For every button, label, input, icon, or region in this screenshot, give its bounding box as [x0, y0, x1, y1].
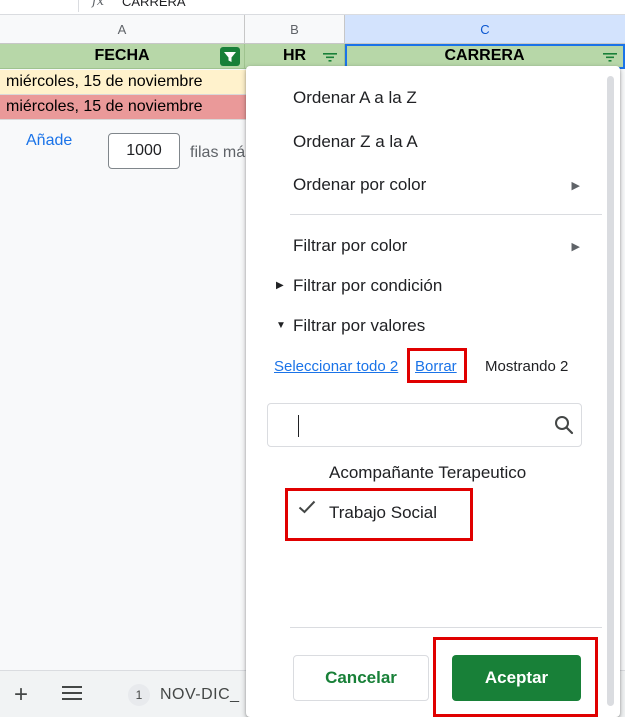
cancel-button[interactable]: Cancelar: [293, 655, 429, 701]
filter-lines-icon[interactable]: [320, 47, 340, 66]
highlight-value-box: [285, 488, 473, 541]
header-label-fecha: FECHA: [94, 47, 150, 64]
filter-active-icon[interactable]: [220, 47, 240, 66]
menu-item-sort-az[interactable]: Ordenar A a la Z: [293, 88, 417, 108]
showing-count: Mostrando 2: [485, 358, 569, 375]
rows-count-input[interactable]: 1000: [108, 133, 180, 169]
column-header-c[interactable]: C: [345, 15, 625, 44]
filter-menu: Ordenar A a la Z Ordenar Z a la A Ordena…: [246, 66, 620, 717]
value-option[interactable]: Acompañante Terapeutico: [329, 463, 526, 483]
menu-item-sort-za[interactable]: Ordenar Z a la A: [293, 132, 418, 152]
menu-divider: [290, 627, 602, 628]
submenu-arrow-icon: ▶: [571, 241, 580, 253]
fx-icon: fx: [92, 0, 105, 9]
rows-suffix-label: filas más: [190, 144, 246, 161]
add-rows-button[interactable]: Añade: [26, 132, 72, 150]
header-label-carrera: CARRERA: [444, 47, 525, 64]
search-icon[interactable]: [553, 414, 575, 441]
add-sheet-icon[interactable]: +: [14, 681, 28, 709]
filter-lines-icon[interactable]: [600, 47, 620, 66]
all-sheets-icon[interactable]: [62, 686, 82, 704]
select-all-link[interactable]: Seleccionar todo 2: [274, 358, 398, 375]
menu-item-sort-color[interactable]: Ordenar por color: [293, 175, 426, 195]
submenu-arrow-icon: ▶: [571, 180, 580, 192]
text-caret: [298, 415, 299, 437]
header-label-hr: HR: [282, 47, 307, 64]
menu-item-filter-values[interactable]: Filtrar por valores: [293, 316, 425, 336]
values-search-input[interactable]: [267, 403, 582, 447]
formula-bar-value[interactable]: CARRERA: [122, 0, 186, 9]
column-header-b[interactable]: B: [245, 15, 345, 44]
menu-item-filter-condition[interactable]: Filtrar por condición: [293, 276, 442, 296]
highlight-clear-box: [407, 348, 467, 383]
menu-scrollbar[interactable]: [607, 76, 614, 706]
header-cell-fecha[interactable]: FECHA: [0, 44, 245, 69]
menu-item-filter-color[interactable]: Filtrar por color: [293, 236, 407, 256]
sheet-badge: 1: [128, 684, 150, 706]
column-header-a[interactable]: A: [0, 15, 245, 44]
expand-down-icon[interactable]: ▼: [276, 320, 286, 331]
sheet-tab-name: NOV-DIC_: [160, 686, 240, 703]
formula-bar-divider: [78, 0, 79, 12]
menu-divider: [290, 214, 602, 215]
formula-bar[interactable]: fx CARRERA: [0, 0, 625, 15]
sheet-tab[interactable]: 1 NOV-DIC_: [128, 679, 240, 711]
highlight-ok-box: [433, 637, 598, 717]
expand-right-icon[interactable]: ▶: [276, 280, 284, 291]
